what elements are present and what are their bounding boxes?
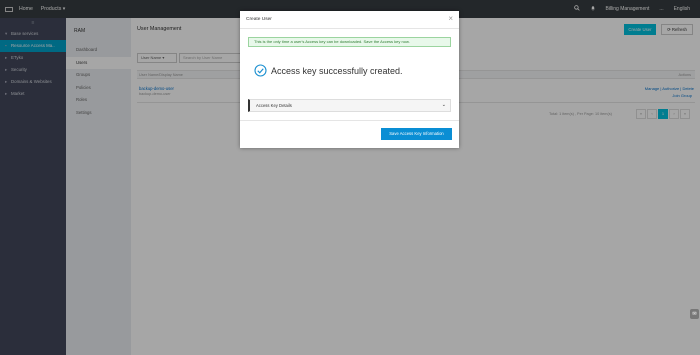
success-text: Access key successfully created. (271, 65, 403, 76)
save-access-key-button[interactable]: Save Access Key Information (381, 128, 452, 140)
chevron-down-icon: ⌄ (441, 102, 446, 108)
dialog-title: Create User (246, 17, 272, 22)
create-user-dialog: Create User × This is the only time a us… (240, 11, 459, 148)
dialog-footer-divider (240, 120, 459, 121)
access-key-notice: This is the only time a user's Access ke… (248, 37, 451, 47)
access-key-details-accordion[interactable]: Access Key Details ⌄ (248, 99, 451, 112)
accordion-label: Access Key Details (256, 103, 292, 108)
check-circle-icon (254, 64, 267, 77)
success-message: Access key successfully created. (254, 64, 403, 77)
feedback-icon[interactable]: ✉ (690, 309, 699, 319)
dialog-header: Create User × (240, 11, 459, 29)
close-icon[interactable]: × (448, 11, 453, 27)
